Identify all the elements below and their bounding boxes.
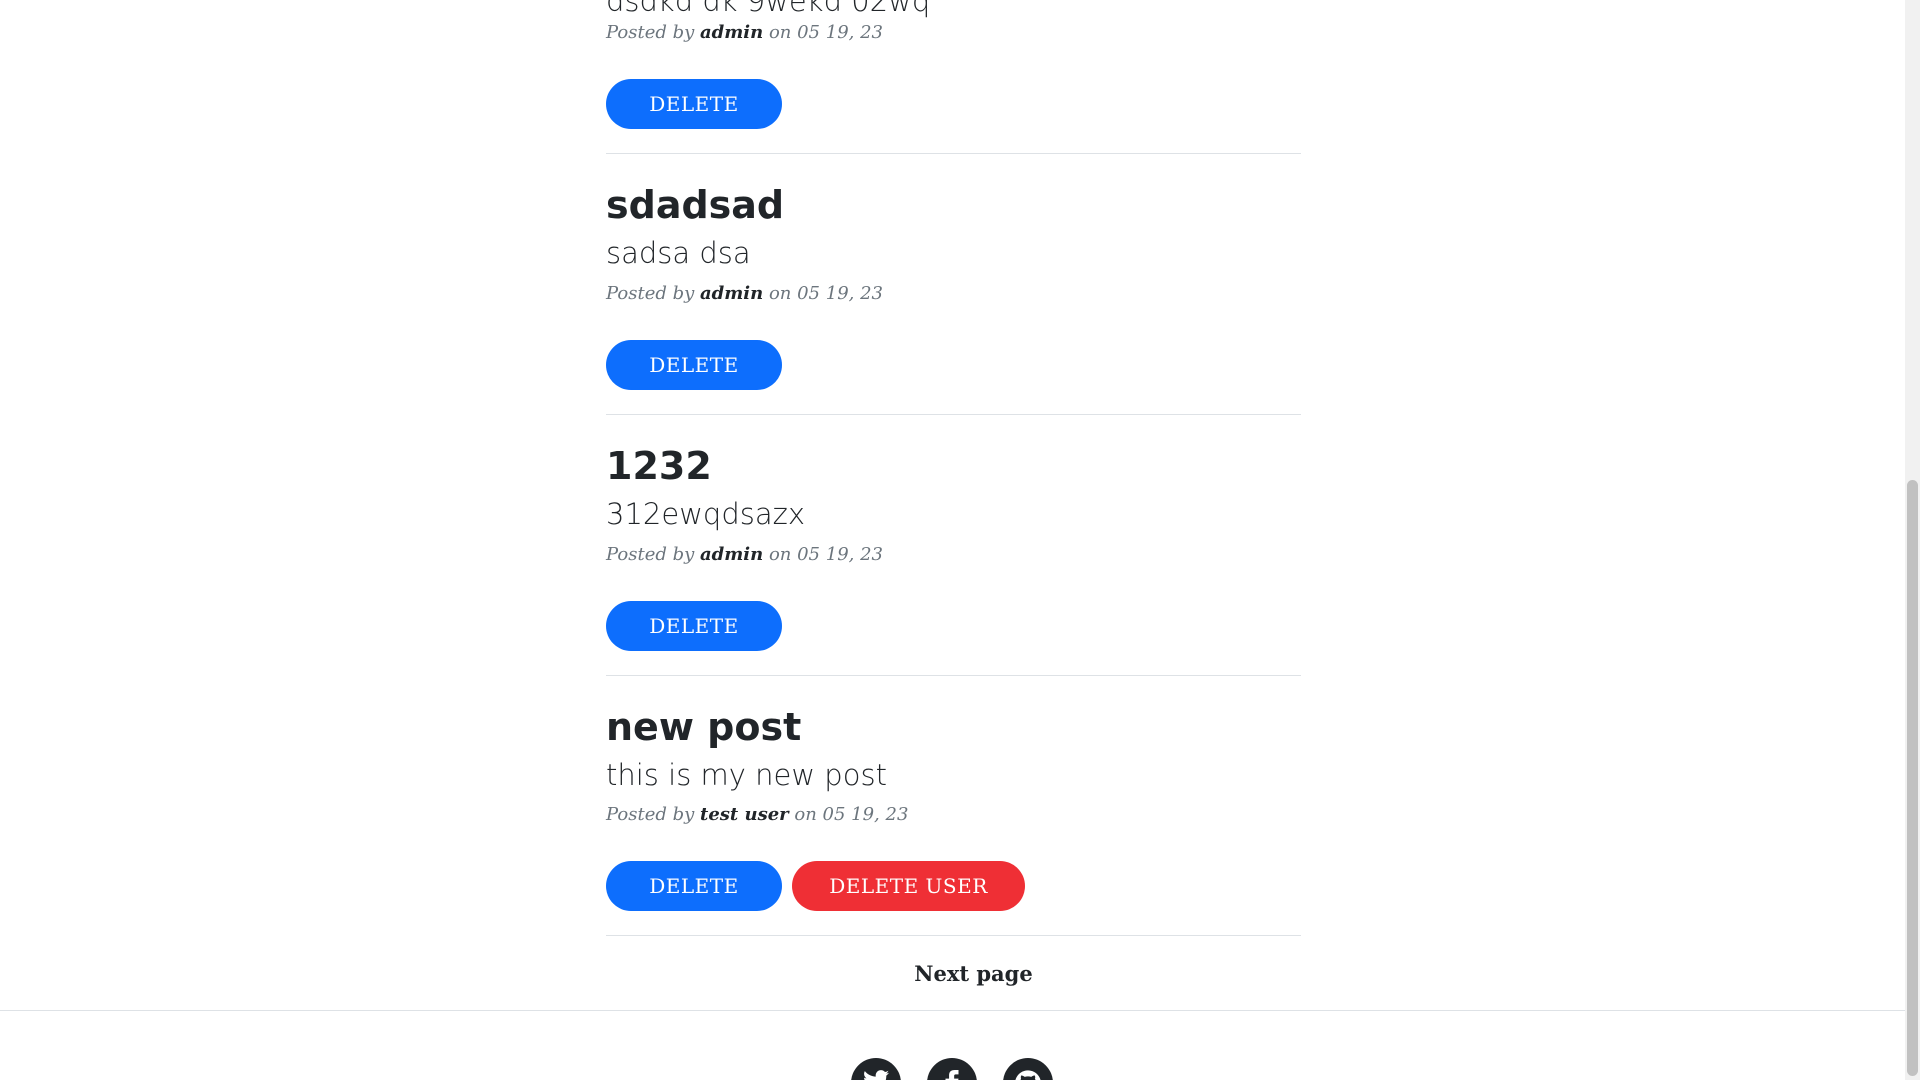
- post-title[interactable]: 1232: [606, 443, 712, 489]
- facebook-link[interactable]: [927, 1058, 977, 1080]
- meta-prefix: Posted by: [606, 544, 700, 565]
- post-subtitle[interactable]: this is my new post: [606, 757, 887, 793]
- meta-prefix: Posted by: [606, 22, 700, 43]
- page: dsdkd dk 9wekd 02wq Posted by admin on 0…: [0, 0, 1905, 1080]
- post-date: 05 19, 23: [797, 22, 883, 43]
- scrollbar-thumb[interactable]: [1907, 480, 1918, 1076]
- post-meta: Posted by admin on 05 19, 23: [606, 21, 883, 45]
- facebook-icon: [945, 1058, 959, 1080]
- meta-prefix: Posted by: [606, 283, 700, 304]
- post-subtitle[interactable]: 312ewqdsazx: [606, 496, 805, 532]
- post-divider: [606, 935, 1301, 936]
- post-divider: [606, 414, 1301, 415]
- post-meta: Posted by admin on 05 19, 23: [606, 543, 883, 567]
- delete-user-button[interactable]: DELETE USER: [792, 861, 1025, 911]
- post-author: admin: [700, 283, 764, 304]
- twitter-icon: [863, 1058, 889, 1080]
- post-meta: Posted by admin on 05 19, 23: [606, 282, 883, 306]
- post-title[interactable]: new post: [606, 704, 801, 750]
- vertical-scrollbar[interactable]: [1905, 0, 1920, 1080]
- footer-divider: [0, 1010, 1905, 1011]
- post-date: 05 19, 23: [822, 804, 909, 825]
- meta-on: on: [763, 22, 798, 43]
- post-title[interactable]: sdadsad: [606, 182, 784, 228]
- post-author: admin: [700, 544, 764, 565]
- next-page-link[interactable]: Next page: [606, 960, 1341, 988]
- meta-prefix: Posted by: [606, 804, 700, 825]
- github-icon: [1015, 1058, 1041, 1080]
- delete-post-button[interactable]: DELETE: [606, 340, 782, 390]
- twitter-link[interactable]: [851, 1058, 901, 1080]
- delete-post-button[interactable]: DELETE: [606, 861, 782, 911]
- meta-on: on: [788, 804, 823, 825]
- post-subtitle[interactable]: sadsa dsa: [606, 235, 751, 271]
- post-meta: Posted by test user on 05 19, 23: [606, 803, 908, 827]
- post-divider: [606, 153, 1301, 154]
- delete-post-button[interactable]: DELETE: [606, 79, 782, 129]
- post-author: admin: [700, 22, 764, 43]
- meta-on: on: [763, 283, 798, 304]
- post-date: 05 19, 23: [797, 283, 883, 304]
- post-date: 05 19, 23: [797, 544, 883, 565]
- post-divider: [606, 675, 1301, 676]
- delete-post-button[interactable]: DELETE: [606, 601, 782, 651]
- post-author: test user: [700, 804, 789, 825]
- post-subtitle[interactable]: dsdkd dk 9wekd 02wq: [606, 0, 930, 19]
- github-link[interactable]: [1003, 1058, 1053, 1080]
- meta-on: on: [763, 544, 798, 565]
